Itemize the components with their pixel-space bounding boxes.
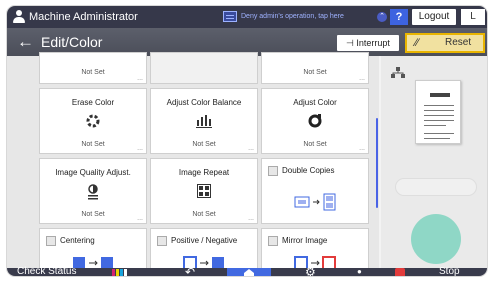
tile-value: Not Set	[303, 69, 327, 76]
tile-adjust-color[interactable]: Adjust Color Not Set...	[261, 88, 369, 154]
double-copies-checkbox[interactable]	[268, 166, 278, 176]
tile-label: Centering	[60, 236, 95, 245]
tile-value: Not Set	[81, 69, 105, 76]
logout-button[interactable]: Logout	[412, 9, 456, 25]
energy-saver-icon[interactable]: ●	[357, 265, 362, 276]
interrupt-button[interactable]: ⊣ Interrupt	[337, 35, 399, 51]
bottom-bar: Check Status ↶ ⚙ ● Stop	[7, 265, 487, 276]
color-balance-icon	[196, 114, 212, 133]
function-grid: Not Set... Not Set... Erase Color Not Se…	[7, 52, 379, 272]
home-icon	[244, 269, 254, 276]
tile-value: Not Set	[192, 211, 216, 218]
stop-icon[interactable]	[395, 268, 405, 276]
preview-pane	[381, 56, 487, 268]
tile-adjust-color-balance[interactable]: Adjust Color Balance Not Set...	[150, 88, 258, 154]
erase-color-icon	[86, 114, 100, 133]
document-preview	[415, 80, 461, 144]
positive-negative-checkbox[interactable]	[157, 236, 167, 246]
tile-label: Double Copies	[282, 166, 335, 175]
undo-icon[interactable]: ↶	[185, 265, 195, 276]
tile-erase-color[interactable]: Erase Color Not Set...	[39, 88, 147, 154]
logged-in-user: Machine Administrator	[29, 11, 138, 23]
scrollbar[interactable]	[376, 118, 378, 208]
help-button[interactable]: ?	[390, 9, 408, 25]
tile-label: Erase Color	[71, 98, 115, 107]
check-status-button[interactable]: Check Status	[17, 265, 76, 276]
tile-double-copies[interactable]: Double Copies	[261, 158, 369, 224]
adjust-color-icon	[308, 114, 322, 133]
tile-label: Image Repeat	[178, 168, 230, 177]
tile-value: Not Set	[81, 141, 105, 148]
tile-image-quality-adjust[interactable]: Image Quality Adjust. Not Set...	[39, 158, 147, 224]
image-quality-icon	[87, 184, 99, 205]
tile-top-left[interactable]: Not Set...	[39, 52, 147, 84]
stop-button[interactable]: Stop	[439, 265, 460, 276]
user-icon	[12, 9, 26, 24]
tile-top-middle	[150, 52, 258, 84]
tile-label: Adjust Color Balance	[166, 98, 242, 107]
check-settings-button	[395, 178, 477, 196]
image-repeat-icon	[197, 184, 211, 203]
status-bar: Machine Administrator Deny admin's opera…	[7, 6, 487, 28]
tile-value: Not Set	[81, 211, 105, 218]
system-message[interactable]: Deny admin's operation, tap here	[241, 12, 344, 21]
reset-button[interactable]: ∕∕ Reset	[405, 33, 485, 53]
mirror-image-checkbox[interactable]	[268, 236, 278, 246]
message-expand-icon[interactable]: ⌃	[377, 12, 387, 22]
tile-label: Adjust Color	[293, 98, 337, 107]
tile-positive-negative[interactable]: Positive / Negative	[150, 228, 258, 272]
page-title: Edit/Color	[41, 34, 103, 50]
double-copies-icon	[293, 193, 337, 216]
tile-label: Positive / Negative	[171, 236, 238, 245]
reset-icon: ∕∕	[415, 37, 419, 49]
tile-top-right[interactable]: Not Set...	[261, 52, 369, 84]
interrupt-icon: ⊣	[346, 38, 354, 48]
home-button[interactable]	[227, 268, 271, 276]
interrupt-label: Interrupt	[356, 38, 390, 48]
message-icon[interactable]	[223, 11, 237, 22]
start-button	[411, 214, 461, 264]
tile-value: Not Set	[192, 141, 216, 148]
gear-icon[interactable]: ⚙	[305, 265, 316, 276]
tile-value: Not Set	[303, 141, 327, 148]
centering-checkbox[interactable]	[46, 236, 56, 246]
tile-label: Mirror Image	[282, 236, 328, 245]
device-screen: Machine Administrator Deny admin's opera…	[6, 5, 488, 277]
reset-label: Reset	[445, 37, 472, 48]
language-button[interactable]: L	[461, 9, 485, 25]
preview-layout-icon[interactable]	[391, 66, 405, 78]
tile-label: Image Quality Adjust.	[55, 168, 131, 177]
tile-image-repeat[interactable]: Image Repeat Not Set...	[150, 158, 258, 224]
back-arrow-icon[interactable]: ←	[17, 32, 34, 52]
